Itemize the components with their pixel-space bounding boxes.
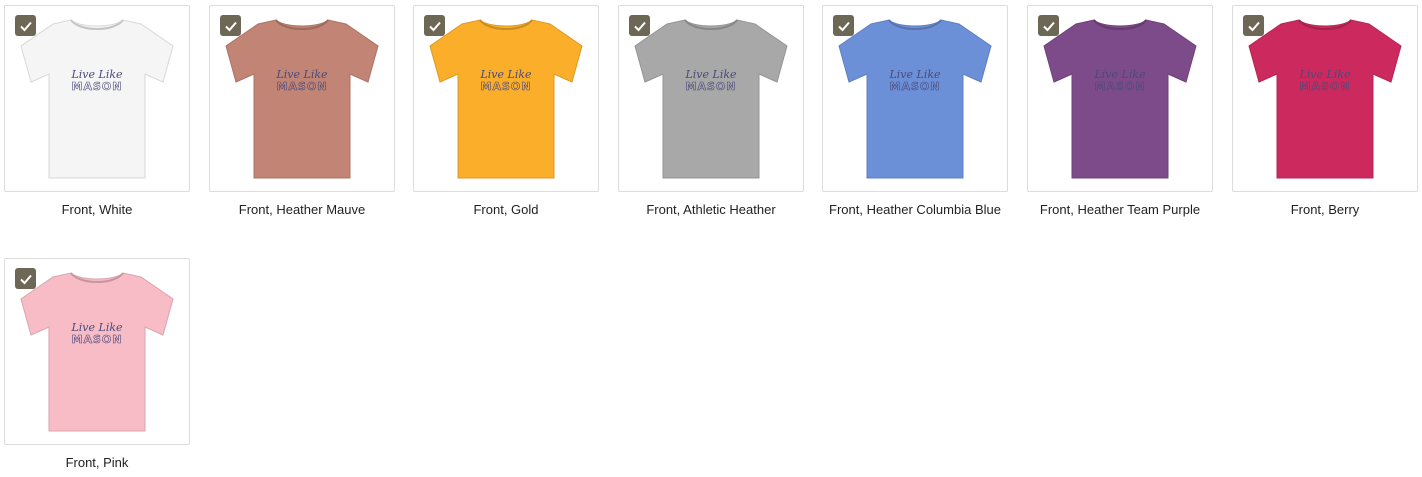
variant-tile[interactable]: Live Like MASON Front, White (4, 5, 190, 220)
checkmark-icon (19, 21, 32, 31)
design-line2: MASON (277, 80, 328, 93)
checkmark-icon (224, 21, 237, 31)
tshirt-body (634, 19, 788, 179)
tshirt-image: Live Like MASON (218, 10, 386, 186)
variant-tile[interactable]: Live Like MASON Front, Heather Team Purpl… (1027, 5, 1213, 220)
tshirt-body (225, 19, 379, 179)
variant-label: Front, Heather Mauve (238, 202, 366, 217)
checkbox-checked[interactable] (833, 15, 854, 36)
variant-card[interactable]: Live Like MASON (209, 5, 395, 192)
checkbox-checked[interactable] (15, 268, 36, 289)
tshirt-image: Live Like MASON (13, 263, 181, 439)
variant-tile[interactable]: Live Like MASON Front, Heather Mauve (209, 5, 395, 220)
tshirt-image: Live Like MASON (831, 10, 999, 186)
tshirt-graphic: Live LikeMASON (1248, 19, 1402, 179)
design-line2: MASON (1095, 80, 1146, 93)
tshirt-body (20, 272, 174, 432)
design-line2: MASON (481, 80, 532, 93)
variant-card[interactable]: Live Like MASON (618, 5, 804, 192)
tshirt-image: Live Like MASON (1036, 10, 1204, 186)
checkbox-checked[interactable] (424, 15, 445, 36)
variant-label: Front, Heather Columbia Blue (829, 202, 1001, 217)
tshirt-graphic: Live LikeMASON (225, 19, 379, 179)
variant-card[interactable]: Live Like MASON (1027, 5, 1213, 192)
variant-card[interactable]: Live Like MASON (822, 5, 1008, 192)
checkbox-checked[interactable] (1243, 15, 1264, 36)
tshirt-graphic: Live LikeMASON (634, 19, 788, 179)
tshirt-graphic: Live LikeMASON (1043, 19, 1197, 179)
checkbox-checked[interactable] (220, 15, 241, 36)
variant-label: Front, Heather Team Purple (1039, 202, 1201, 217)
design-line2: MASON (686, 80, 737, 93)
tshirt-image: Live Like MASON (422, 10, 590, 186)
tshirt-graphic: Live LikeMASON (838, 19, 992, 179)
checkmark-icon (633, 21, 646, 31)
tshirt-image: Live Like MASON (13, 10, 181, 186)
variant-card[interactable]: Live Like MASON (1232, 5, 1418, 192)
design-line2: MASON (72, 80, 123, 93)
variant-tile[interactable]: Live Like MASON Front, Berry (1232, 5, 1418, 220)
variant-label: Front, Berry (1290, 202, 1360, 217)
tshirt-graphic: Live LikeMASON (20, 272, 174, 432)
tshirt-graphic: Live LikeMASON (429, 19, 583, 179)
variant-card[interactable]: Live Like MASON (4, 258, 190, 445)
variant-grid: Live Like MASON Front, White Live Like MAS… (0, 0, 1422, 477)
tshirt-image: Live Like MASON (1241, 10, 1409, 186)
checkmark-icon (1042, 21, 1055, 31)
variant-label: Front, Gold (473, 202, 539, 217)
variant-tile[interactable]: Live Like MASON Front, Heather Columbia B… (822, 5, 1008, 220)
checkmark-icon (428, 21, 441, 31)
tshirt-body (1248, 19, 1402, 179)
checkmark-icon (19, 274, 32, 284)
variant-tile[interactable]: Live Like MASON Front, Pink (4, 258, 190, 473)
tshirt-image: Live Like MASON (627, 10, 795, 186)
tshirt-body (838, 19, 992, 179)
variant-label: Front, White (61, 202, 133, 217)
variant-label: Front, Pink (65, 455, 129, 470)
tshirt-body (429, 19, 583, 179)
variant-tile[interactable]: Live Like MASON Front, Athletic Heather (618, 5, 804, 220)
checkbox-checked[interactable] (629, 15, 650, 36)
tshirt-body (20, 19, 174, 179)
design-line2: MASON (72, 333, 123, 346)
checkbox-checked[interactable] (1038, 15, 1059, 36)
tshirt-body (1043, 19, 1197, 179)
variant-tile[interactable]: Live Like MASON Front, Gold (413, 5, 599, 220)
tshirt-graphic: Live LikeMASON (20, 19, 174, 179)
design-line2: MASON (890, 80, 941, 93)
checkmark-icon (837, 21, 850, 31)
variant-card[interactable]: Live Like MASON (413, 5, 599, 192)
variant-card[interactable]: Live Like MASON (4, 5, 190, 192)
variant-label: Front, Athletic Heather (646, 202, 776, 217)
checkbox-checked[interactable] (15, 15, 36, 36)
checkmark-icon (1247, 21, 1260, 31)
design-line2: MASON (1300, 80, 1351, 93)
